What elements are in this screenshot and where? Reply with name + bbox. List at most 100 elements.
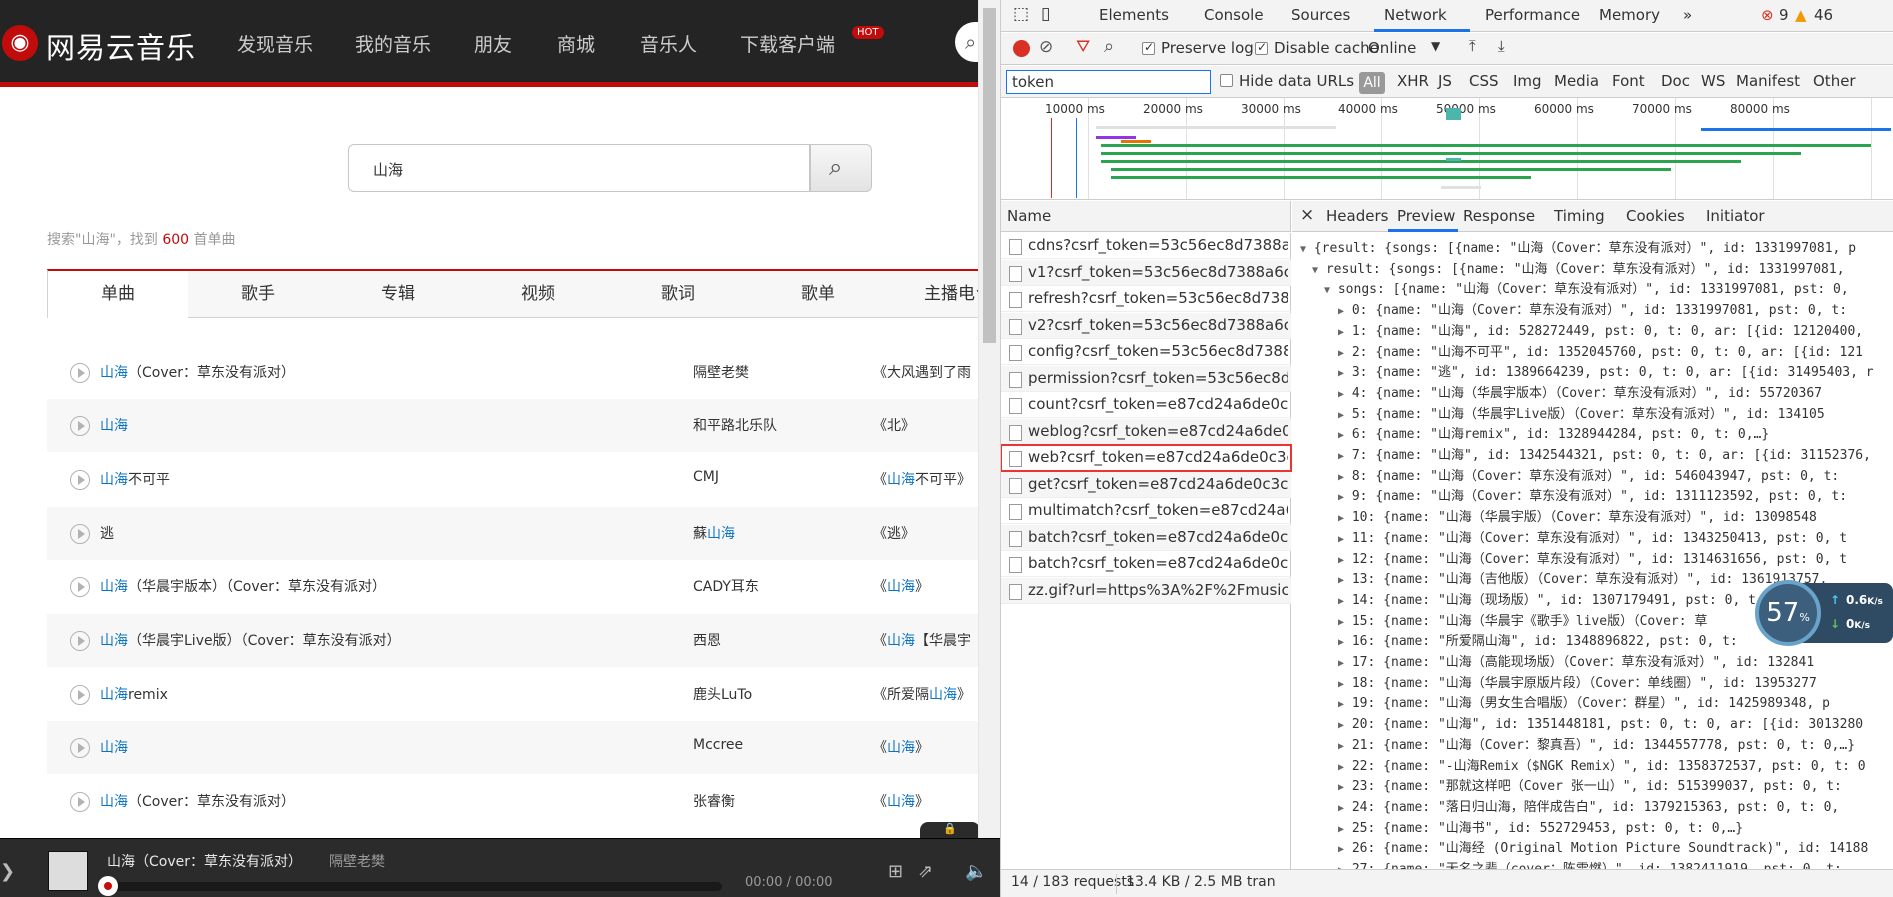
song-album[interactable]: 《山海》 (873, 791, 929, 811)
song-title-highlight[interactable]: 山海 (100, 579, 128, 595)
request-name[interactable]: v2?csrf_token=53c56ec8d7388a6c24... (1028, 316, 1288, 334)
song-title[interactable]: 山海 (100, 737, 128, 757)
error-icon[interactable]: ⊗ (1761, 6, 1774, 24)
nav-friends[interactable]: 朋友 (474, 30, 512, 57)
album-prefix[interactable]: 《逃》 (873, 526, 915, 542)
album-prefix[interactable]: 《北》 (873, 418, 915, 434)
request-name[interactable]: cdns?csrf_token=53c56ec8d7388a6c... (1028, 236, 1288, 254)
expand-triangle-icon[interactable]: ▼ (1300, 244, 1306, 255)
json-line[interactable]: ▶ 22: {name: "-山海Remix（$NGK Remix）", id:… (1338, 755, 1866, 774)
expand-triangle-icon[interactable]: ▶ (1338, 824, 1344, 835)
album-prefix[interactable]: 《 (873, 472, 887, 488)
request-row[interactable]: v2?csrf_token=53c56ec8d7388a6c24... (1001, 312, 1291, 339)
json-line[interactable]: ▶ 6: {name: "山海remix", id: 1328944284, p… (1338, 423, 1769, 442)
song-artist[interactable]: 隔壁老樊 (693, 362, 749, 382)
json-line[interactable]: ▶ 12: {name: "山海（Cover：草东没有派对）", id: 131… (1338, 548, 1847, 567)
more-tabs-icon[interactable]: » (1683, 6, 1692, 24)
song-row[interactable]: 山海（华晨宇Live版）（Cover：草东没有派对） 西恩 《山海【华晨宇 (47, 614, 1000, 667)
clear-icon[interactable]: ⊘ (1039, 37, 1053, 57)
filter-ws[interactable]: WS (1701, 72, 1725, 90)
tab-initiator[interactable]: Initiator (1706, 207, 1765, 225)
export-icon[interactable]: ⤓ (1498, 37, 1505, 55)
inspect-icon[interactable]: ⬚ (1013, 4, 1029, 24)
expand-triangle-icon[interactable]: ▶ (1338, 596, 1344, 607)
song-title[interactable]: 山海（Cover：草东没有派对） (100, 791, 295, 811)
json-line[interactable]: ▶ 16: {name: "所爱隔山海", id: 1348896822, ps… (1338, 630, 1738, 649)
tab-network[interactable]: Network (1384, 6, 1447, 24)
tab-memory[interactable]: Memory (1599, 6, 1660, 24)
song-title[interactable]: 山海 (100, 415, 128, 435)
expand-triangle-icon[interactable]: ▶ (1338, 637, 1344, 648)
album-suffix[interactable]: 》 (915, 794, 929, 810)
expand-triangle-icon[interactable]: ▶ (1338, 472, 1344, 483)
request-name[interactable]: batch?csrf_token=e87cd24a6de0c3c... (1028, 528, 1288, 546)
song-title-rest[interactable]: （Cover：草东没有派对） (128, 794, 295, 810)
tab-sources[interactable]: Sources (1291, 6, 1350, 24)
json-line[interactable]: ▶ 21: {name: "山海（Cover：黎真吾）", id: 134455… (1338, 734, 1855, 753)
play-icon[interactable] (70, 685, 90, 705)
song-row[interactable]: 山海remix 鹿头LuTo 《所爱隔山海》 (47, 668, 1000, 721)
json-line[interactable]: ▶ 23: {name: "那就这样吧（Cover 张一山）", id: 515… (1338, 775, 1842, 794)
artist-name[interactable]: 西恩 (693, 633, 721, 649)
json-line[interactable]: ▶ 8: {name: "山海（Cover：草东没有派对）", id: 5460… (1338, 465, 1839, 484)
progress-handle[interactable] (98, 876, 118, 896)
play-icon[interactable] (70, 631, 90, 651)
import-icon[interactable]: ⤒ (1469, 37, 1476, 55)
filter-img[interactable]: Img (1513, 72, 1542, 90)
nav-my-music[interactable]: 我的音乐 (355, 30, 431, 57)
expand-triangle-icon[interactable]: ▶ (1338, 348, 1344, 359)
expand-triangle-icon[interactable]: ▶ (1338, 492, 1344, 503)
expand-triangle-icon[interactable]: ▶ (1338, 741, 1344, 752)
request-row[interactable]: web?csrf_token=e87cd24a6de0c3c3... (1001, 444, 1292, 472)
search-button[interactable]: ⌕ (810, 144, 872, 192)
search-input[interactable]: 山海 (348, 144, 810, 192)
song-row[interactable]: 山海（华晨宇版本）（Cover：草东没有派对） CADY耳东 《山海》 (47, 560, 1000, 613)
expand-triangle-icon[interactable]: ▶ (1338, 762, 1344, 773)
song-artist[interactable]: 和平路北乐队 (693, 415, 777, 435)
json-line[interactable]: ▶ 10: {name: "山海（华晨宇版）（Cover：草东没有派对）", i… (1338, 506, 1817, 525)
expand-triangle-icon[interactable]: ▶ (1338, 699, 1344, 710)
play-icon[interactable] (70, 363, 90, 383)
tab-artists[interactable]: 歌手 (188, 271, 328, 318)
expand-triangle-icon[interactable]: ▶ (1338, 534, 1344, 545)
song-title-highlight[interactable]: 山海 (100, 633, 128, 649)
album-prefix[interactable]: 《大风遇到了雨 (873, 365, 971, 381)
json-line[interactable]: ▶ 3: {name: "逃", id: 1389664239, pst: 0,… (1338, 361, 1874, 380)
artist-name[interactable]: 鹿头LuTo (693, 687, 752, 703)
expand-triangle-icon[interactable]: ▶ (1338, 555, 1344, 566)
artist-name[interactable]: 张睿衡 (693, 794, 735, 810)
song-artist[interactable]: CADY耳东 (693, 576, 759, 596)
play-icon[interactable] (70, 470, 90, 490)
album-highlight[interactable]: 山海 (887, 579, 915, 595)
filter-input[interactable]: token (1006, 70, 1211, 94)
chevron-down-icon[interactable]: ▼ (1431, 39, 1440, 53)
request-name[interactable]: config?csrf_token=53c56ec8d7388a6... (1028, 342, 1288, 360)
player-artist[interactable]: 隔壁老樊 (329, 851, 385, 871)
artist-name[interactable]: 隔壁老樊 (693, 365, 749, 381)
request-name[interactable]: multimatch?csrf_token=e87cd24a6d... (1028, 501, 1288, 519)
json-line[interactable]: ▶ 7: {name: "山海", id: 1342544321, pst: 0… (1338, 444, 1871, 463)
album-prefix[interactable]: 《 (873, 579, 887, 595)
warning-icon[interactable]: ▲ (1795, 6, 1807, 24)
request-row[interactable]: cdns?csrf_token=53c56ec8d7388a6c... (1001, 233, 1291, 259)
json-line[interactable]: ▶ 5: {name: "山海（华晨宇Live版）（Cover：草东没有派对）"… (1338, 403, 1825, 422)
artist-name[interactable]: Mccree (693, 737, 743, 753)
song-artist[interactable]: 西恩 (693, 630, 721, 650)
expand-triangle-icon[interactable]: ▶ (1338, 679, 1344, 690)
page-scrollbar[interactable] (978, 0, 1000, 838)
json-line[interactable]: ▶ 9: {name: "山海（Cover：草东没有派对）", id: 1311… (1338, 485, 1847, 504)
filter-manifest[interactable]: Manifest (1736, 72, 1800, 90)
tab-songs[interactable]: 单曲 (48, 269, 188, 318)
expand-triangle-icon[interactable]: ▶ (1338, 720, 1344, 731)
artist-name[interactable]: 蘇 (693, 526, 707, 542)
artist-name[interactable]: CADY耳东 (693, 579, 759, 595)
song-title-highlight[interactable]: 山海 (100, 418, 128, 434)
song-title-rest[interactable]: （华晨宇版本）（Cover：草东没有派对） (128, 579, 386, 595)
song-title-highlight[interactable]: 山海 (100, 794, 128, 810)
filter-other[interactable]: Other (1813, 72, 1856, 90)
nav-download[interactable]: 下载客户端 (740, 30, 835, 57)
song-title-rest[interactable]: remix (128, 687, 168, 703)
close-icon[interactable]: × (1300, 205, 1314, 225)
song-row[interactable]: 山海不可平 CMJ 《山海不可平》 (47, 453, 1000, 506)
album-suffix[interactable]: 不可平》 (915, 472, 971, 488)
